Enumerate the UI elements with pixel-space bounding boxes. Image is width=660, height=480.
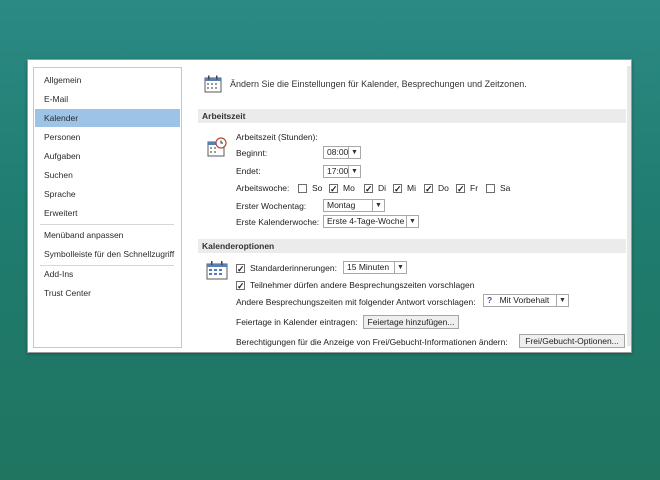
sidebar-item-kalender[interactable]: Kalender	[35, 109, 180, 127]
checkbox-di[interactable]: ✓	[364, 184, 373, 194]
day-label-sa: Sa	[500, 183, 511, 193]
freebusy-options-button[interactable]: Frei/Gebucht-Optionen...	[519, 334, 625, 348]
question-mark-icon: ?	[487, 295, 493, 305]
first-day-label: Erster Wochentag:	[236, 201, 307, 211]
vertical-scrollbar[interactable]	[627, 66, 631, 346]
sidebar-item-schnellzugriff[interactable]: Symbolleiste für den Schnellzugriff	[35, 245, 180, 263]
checkbox-fr[interactable]: ✓	[456, 184, 465, 194]
calendar-grid-icon	[206, 260, 230, 285]
sidebar-item-allgemein[interactable]: Allgemein	[35, 71, 180, 89]
day-label-di: Di	[378, 183, 387, 193]
sidebar-item-sprache[interactable]: Sprache	[35, 185, 180, 203]
propose-times-label: Teilnehmer dürfen andere Besprechungszei…	[250, 280, 475, 290]
sidebar-item-menueband-anpassen[interactable]: Menüband anpassen	[35, 226, 180, 244]
response-label: Andere Besprechungszeiten mit folgender …	[236, 297, 476, 307]
first-week-select[interactable]: Erste 4-Tage-Woche ▼	[323, 215, 419, 228]
page-description: Ändern Sie die Einstellungen für Kalende…	[230, 79, 527, 89]
options-sidebar: Allgemein E-Mail Kalender Personen Aufga…	[33, 67, 182, 348]
first-day-value: Montag	[327, 200, 356, 210]
first-week-label: Erste Kalenderwoche:	[236, 217, 320, 227]
sidebar-item-suchen[interactable]: Suchen	[35, 166, 180, 184]
chevron-down-icon: ▼	[394, 262, 406, 273]
reminder-checkbox[interactable]: ✓	[236, 264, 245, 274]
chevron-down-icon: ▼	[406, 216, 418, 227]
checkbox-so[interactable]	[298, 184, 307, 193]
holidays-label: Feiertage in Kalender eintragen:	[236, 317, 358, 327]
chevron-down-icon: ▼	[372, 200, 384, 211]
propose-times-checkbox[interactable]: ✓	[236, 281, 245, 291]
begin-time-value: 08:00	[327, 147, 349, 157]
working-hours-heading: Arbeitszeit (Stunden):	[236, 132, 318, 142]
section-header-kalenderoptionen: Kalenderoptionen	[198, 239, 626, 253]
outlook-options-window: Allgemein E-Mail Kalender Personen Aufga…	[27, 59, 632, 353]
chevron-down-icon: ▼	[556, 295, 568, 306]
freebusy-label: Berechtigungen für die Anzeige von Frei/…	[236, 337, 508, 347]
response-select[interactable]: ? Mit Vorbehalt ▼	[483, 294, 569, 307]
add-holidays-button[interactable]: Feiertage hinzufügen...	[363, 315, 459, 329]
checkbox-mo[interactable]: ✓	[329, 184, 338, 194]
begin-time-select[interactable]: 08:00 ▼	[323, 146, 361, 159]
calendar-options-panel: Ändern Sie die Einstellungen für Kalende…	[186, 60, 631, 352]
day-label-mi: Mi	[407, 183, 416, 193]
begin-label: Beginnt:	[236, 148, 268, 158]
first-day-select[interactable]: Montag ▼	[323, 199, 385, 212]
calendar-settings-icon	[204, 75, 224, 98]
end-time-value: 17:00	[327, 166, 349, 176]
checkbox-mi[interactable]: ✓	[393, 184, 402, 194]
reminder-label: Standarderinnerungen:	[250, 263, 337, 273]
day-label-do: Do	[438, 183, 449, 193]
sidebar-item-trust-center[interactable]: Trust Center	[35, 284, 180, 302]
end-label: Endet:	[236, 166, 261, 176]
reminder-value: 15 Minuten	[347, 262, 390, 272]
sidebar-divider	[40, 224, 174, 225]
sidebar-item-email[interactable]: E-Mail	[35, 90, 180, 108]
clock-calendar-icon	[206, 137, 228, 162]
workweek-label: Arbeitswoche:	[236, 183, 290, 193]
checkbox-sa[interactable]	[486, 184, 495, 193]
sidebar-item-personen[interactable]: Personen	[35, 128, 180, 146]
reminder-select[interactable]: 15 Minuten ▼	[343, 261, 407, 274]
day-label-so: So	[312, 183, 323, 193]
sidebar-item-aufgaben[interactable]: Aufgaben	[35, 147, 180, 165]
first-week-value: Erste 4-Tage-Woche	[327, 216, 405, 226]
day-label-fr: Fr	[470, 183, 479, 193]
section-header-arbeitszeit: Arbeitszeit	[198, 109, 626, 123]
response-value: Mit Vorbehalt	[499, 295, 550, 305]
day-label-mo: Mo	[343, 183, 355, 193]
chevron-down-icon: ▼	[348, 166, 360, 177]
end-time-select[interactable]: 17:00 ▼	[323, 165, 361, 178]
sidebar-item-add-ins[interactable]: Add-Ins	[35, 265, 180, 283]
checkbox-do[interactable]: ✓	[424, 184, 433, 194]
sidebar-item-erweitert[interactable]: Erweitert	[35, 204, 180, 222]
chevron-down-icon: ▼	[348, 147, 360, 158]
